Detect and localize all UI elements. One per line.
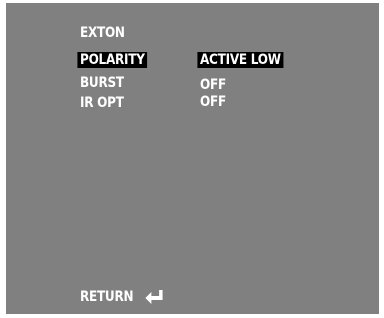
ir-opt-value[interactable]: OFF bbox=[200, 94, 226, 111]
menu-item-value: OFF bbox=[200, 94, 226, 110]
menu-item-ir-opt[interactable]: IR OPT bbox=[80, 95, 124, 112]
menu-item-value: ACTIVE LOW bbox=[197, 52, 284, 68]
polarity-value[interactable]: ACTIVE LOW bbox=[197, 52, 284, 69]
enter-arrow-icon bbox=[144, 290, 163, 304]
menu-item-exton[interactable]: EXTON bbox=[80, 25, 125, 42]
menu-item-label: IR OPT bbox=[80, 95, 124, 111]
return-button[interactable]: RETURN bbox=[80, 288, 163, 306]
menu-item-value: OFF bbox=[200, 77, 226, 93]
menu-item-label-selected: POLARITY bbox=[77, 52, 148, 68]
osd-menu-screen: EXTON POLARITY ACTIVE LOW BURST OFF IR O… bbox=[6, 3, 379, 314]
menu-item-burst[interactable]: BURST bbox=[80, 75, 124, 92]
burst-value[interactable]: OFF bbox=[200, 77, 226, 94]
menu-item-label: EXTON bbox=[80, 25, 125, 41]
menu-item-label: BURST bbox=[80, 75, 124, 91]
return-label: RETURN bbox=[80, 289, 134, 305]
menu-item-polarity[interactable]: POLARITY bbox=[77, 52, 148, 69]
